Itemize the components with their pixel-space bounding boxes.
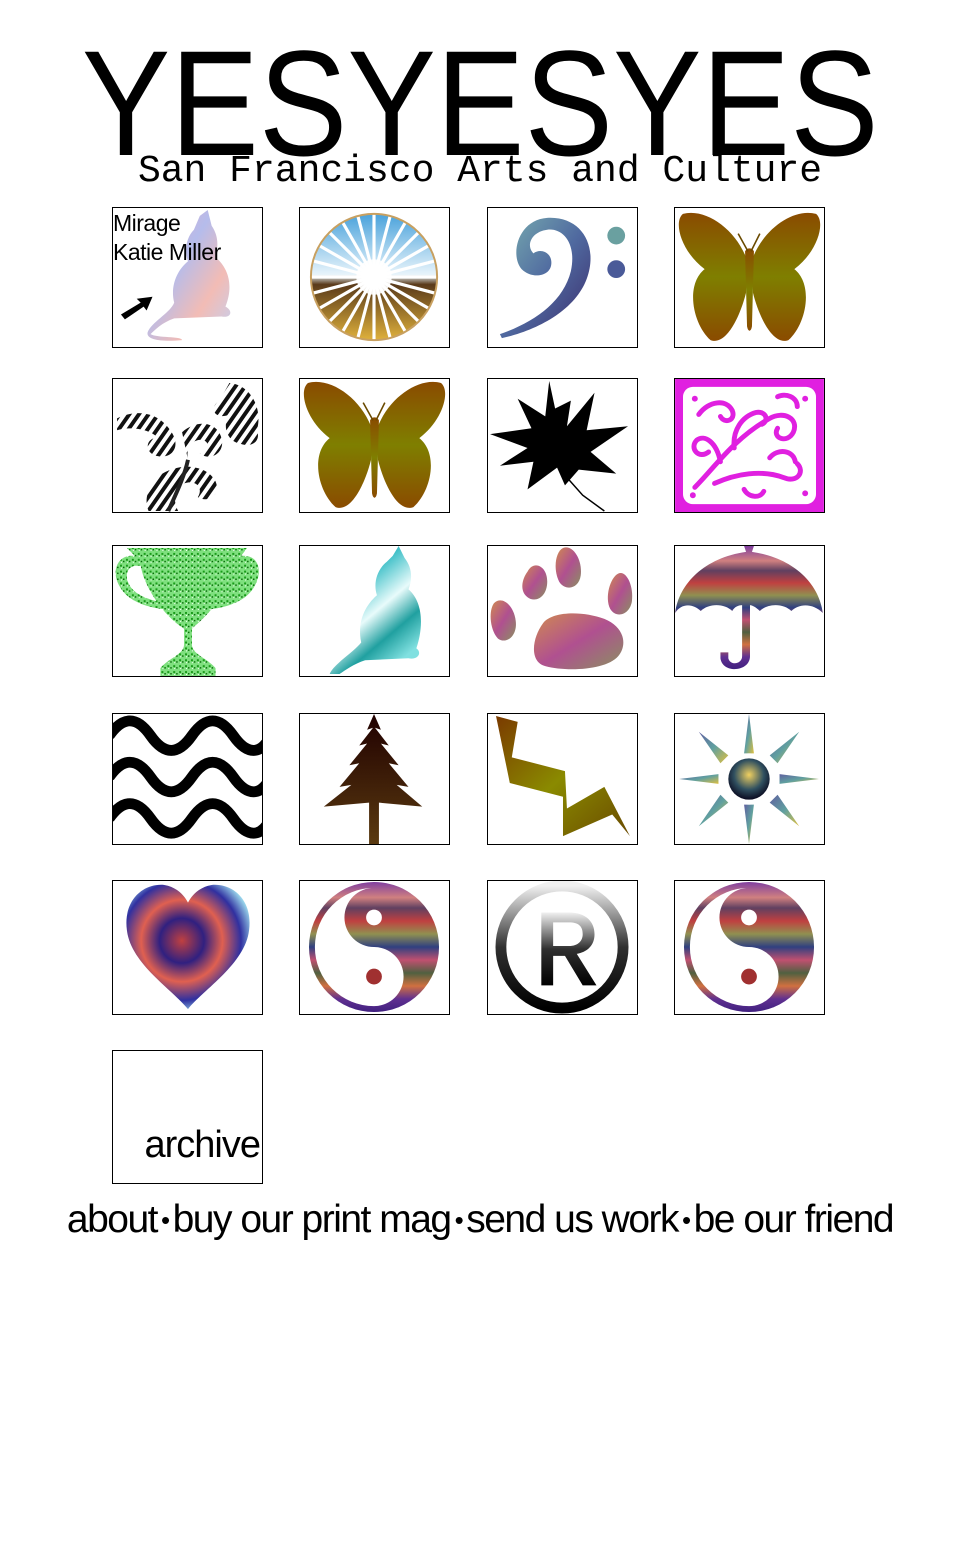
- butterfly-icon: [303, 381, 446, 508]
- grid-tile[interactable]: [487, 207, 638, 348]
- ribbon-plant-icon: [117, 382, 259, 512]
- grid-tile[interactable]: [112, 713, 263, 845]
- grid-tile[interactable]: [674, 713, 825, 845]
- sunburst-icon: [309, 212, 439, 342]
- heart-icon: [126, 884, 250, 1010]
- nav-separator: •: [682, 1205, 691, 1235]
- yin-yang-icon: [683, 881, 815, 1013]
- tile-caption: Mirage Katie Miller: [113, 209, 221, 267]
- grid-tile[interactable]: [299, 880, 450, 1015]
- nav-link-about[interactable]: about: [67, 1198, 159, 1241]
- bass-clef-icon: [499, 217, 626, 339]
- grid-tile[interactable]: [299, 207, 450, 348]
- lightning-bolt-icon: [496, 715, 630, 837]
- grid-tile[interactable]: [487, 545, 638, 677]
- nav-link-send-work[interactable]: send us work: [466, 1198, 679, 1241]
- nav-separator: •: [161, 1205, 170, 1235]
- grid-tile[interactable]: [487, 378, 638, 513]
- archive-tile[interactable]: archive: [112, 1050, 263, 1184]
- grid-tile[interactable]: [674, 880, 825, 1015]
- grid-tile[interactable]: [299, 713, 450, 845]
- grid-tile[interactable]: [299, 545, 450, 677]
- site-tagline: San Francisco Arts and Culture: [137, 150, 823, 193]
- nav-separator: •: [454, 1205, 464, 1235]
- grid-tile[interactable]: [674, 378, 825, 513]
- pine-tree-icon: [323, 714, 423, 844]
- grid-tile[interactable]: [674, 545, 825, 677]
- maple-leaf-icon: [490, 380, 629, 512]
- grid-tile[interactable]: [112, 545, 263, 677]
- tile-caption-title: Mirage: [113, 210, 181, 236]
- tile-caption-author: Katie Miller: [113, 239, 221, 265]
- grid-tile[interactable]: [299, 378, 450, 513]
- registered-mark-icon: [495, 881, 629, 1014]
- yin-yang-icon: [308, 881, 440, 1013]
- butterfly-icon: [678, 212, 821, 341]
- footer-nav: about • buy our print mag • send us work • be …: [0, 1197, 960, 1243]
- archive-label: archive: [144, 1124, 261, 1166]
- sun-icon: [679, 714, 819, 844]
- grid-tile[interactable]: Mirage Katie Miller: [112, 207, 263, 348]
- nav-link-buy-print-mag[interactable]: buy our print mag: [173, 1198, 453, 1241]
- grid-tile[interactable]: [112, 378, 263, 513]
- grid-tile[interactable]: [487, 713, 638, 845]
- waves-icon: [113, 715, 262, 839]
- paw-print-icon: [490, 547, 633, 670]
- grid-tile[interactable]: [487, 880, 638, 1015]
- cat-icon: [329, 546, 421, 675]
- trophy-icon: [115, 547, 259, 676]
- nav-link-be-our-friend[interactable]: be our friend: [694, 1198, 895, 1241]
- celtic-knot-icon: [675, 379, 824, 512]
- umbrella-icon: [675, 546, 823, 670]
- grid-tile[interactable]: [674, 207, 825, 348]
- grid-tile[interactable]: [112, 880, 263, 1015]
